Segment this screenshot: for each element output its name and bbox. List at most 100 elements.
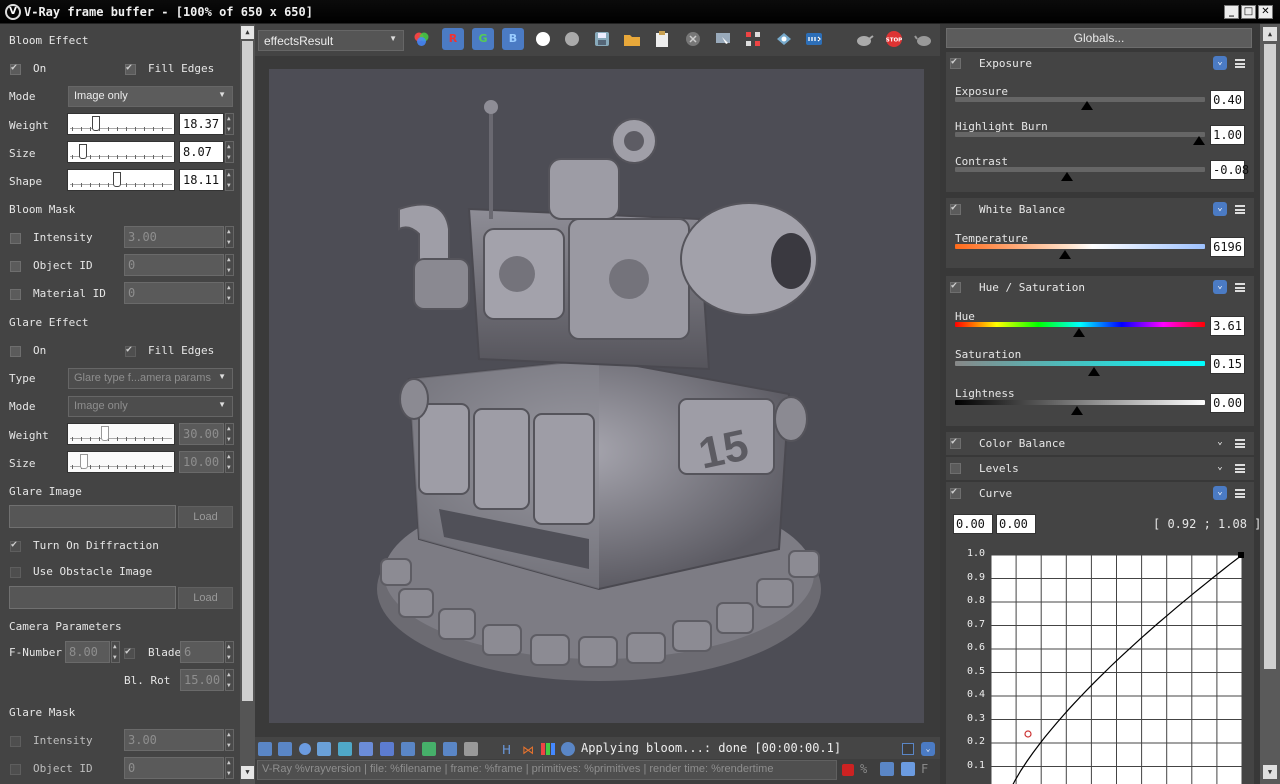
menu-icon[interactable] [1235,464,1245,473]
highlight-burn-input[interactable]: 1.00 [1210,125,1245,145]
follow-mouse-icon[interactable] [713,29,733,49]
contrast-input[interactable]: -0.08 [1210,160,1249,180]
curve-plot[interactable] [988,544,1248,784]
curve-control-point[interactable] [1024,730,1032,738]
glare-intensity-input[interactable]: 3.00 [124,729,224,751]
exposure-enable-checkbox[interactable] [950,56,961,69]
green-channel-button[interactable]: G [472,28,494,50]
glare-image-path-field[interactable] [9,505,176,528]
open-folder-icon[interactable] [622,29,642,49]
region-render-icon[interactable] [743,29,763,49]
blue-channel-button[interactable]: B [502,28,524,50]
bloom-size-spinner[interactable] [225,141,234,163]
hue-track[interactable] [955,322,1205,327]
expand-panel-icon[interactable]: ⌄ [921,742,935,756]
temperature-thumb[interactable] [1058,250,1071,259]
temperature-track[interactable] [955,244,1205,249]
slider-thumb[interactable] [101,426,110,441]
clipboard-icon[interactable] [652,29,672,49]
expand-icon[interactable]: ⌄ [1213,461,1227,475]
saturation-track[interactable] [955,361,1205,366]
lightness-thumb[interactable] [1071,406,1083,415]
bloom-object-id-checkbox[interactable] [10,261,21,272]
save-image-icon[interactable] [592,29,612,49]
blade-checkbox[interactable] [124,646,135,659]
bloom-material-id-checkbox[interactable] [10,289,21,300]
lightness-track[interactable] [955,400,1205,405]
hue-thumb[interactable] [1073,328,1086,337]
stamp-red-icon[interactable] [842,764,854,776]
contrast-track[interactable] [955,167,1205,172]
white-alpha-icon[interactable] [533,29,553,49]
hue-input[interactable]: 3.61 [1210,316,1245,336]
slider-thumb[interactable] [91,116,100,131]
rendered-image[interactable]: 15 [269,69,924,723]
glare-fill-edges-checkbox[interactable] [125,344,136,357]
bloom-shape-input[interactable]: 18.11 [179,169,224,191]
collapse-icon[interactable]: ⌄ [1213,56,1227,70]
menu-icon[interactable] [1235,283,1245,292]
scrollbar-thumb[interactable] [1264,44,1276,669]
highlight-burn-thumb[interactable] [1193,136,1205,145]
bloom-weight-slider[interactable] [67,113,175,135]
glare-size-input[interactable]: 10.00 [179,451,224,473]
glare-type-select[interactable]: Glare type f...amera params ▼ [68,368,233,389]
blade-spinner[interactable] [225,641,234,663]
bloom-size-input[interactable]: 8.07 [179,141,224,163]
glare-size-slider[interactable] [67,451,175,473]
menu-icon[interactable] [1235,489,1245,498]
menu-icon[interactable] [1235,205,1245,214]
slider-thumb[interactable] [80,454,89,469]
bloom-intensity-input[interactable]: 3.00 [124,226,224,248]
saturation-input[interactable]: 0.15 [1210,354,1245,374]
curve-graph[interactable]: 1.0 0.9 0.8 0.7 0.6 0.5 0.4 0.3 0.2 0.1 [952,544,1248,784]
curve-enable-checkbox[interactable] [950,486,961,499]
glare-image-load-button[interactable]: Load [178,506,233,528]
clear-image-icon[interactable] [683,29,703,49]
right-panel-scrollbar[interactable]: ▲ ▼ [1260,24,1280,784]
exposure-thumb[interactable] [1080,101,1093,110]
lightness-input[interactable]: 0.00 [1210,393,1245,413]
highlight-burn-track[interactable] [955,132,1205,137]
bloom-fill-edges-checkbox[interactable] [125,62,136,75]
blade-rotation-spinner[interactable] [225,669,234,691]
collapse-icon[interactable]: ⌄ [1213,202,1227,216]
ipr-render-icon[interactable] [804,29,824,49]
color-balance-enable-checkbox[interactable] [950,436,961,449]
render-last-icon[interactable] [774,29,794,49]
blade-rotation-input[interactable]: 15.00 [180,669,224,691]
collapse-icon[interactable]: ⌄ [1213,280,1227,294]
glare-object-id-input[interactable]: 0 [124,757,224,779]
white-balance-enable-checkbox[interactable] [950,202,961,215]
scroll-up-icon[interactable]: ▲ [1263,27,1277,41]
blade-input[interactable]: 6 [180,641,224,663]
bloom-object-id-input[interactable]: 0 [124,254,224,276]
glare-size-spinner[interactable] [225,451,234,473]
obstacle-image-checkbox[interactable] [10,567,21,578]
exposure-input[interactable]: 0.40 [1210,90,1245,110]
maximize-button[interactable]: □ [1241,5,1256,19]
render-teapot-icon-2[interactable] [914,29,934,49]
glare-on-checkbox[interactable] [10,346,21,357]
bloom-mode-select[interactable]: Image only ▼ [68,86,233,107]
scroll-down-icon[interactable]: ▼ [241,766,254,779]
curve-input-value[interactable]: 0.00 [953,514,993,534]
scroll-up-icon[interactable]: ▲ [241,26,254,39]
panel-toggle-icon[interactable] [902,743,914,755]
stamp-blue-icon-2[interactable] [901,762,915,776]
bloom-on-checkbox[interactable] [10,62,21,75]
font-f-icon[interactable]: F [921,762,928,776]
stamp-blue-icon[interactable] [880,762,894,776]
diffraction-checkbox[interactable] [10,539,21,552]
curve-end-point[interactable] [1238,552,1244,558]
glare-weight-spinner[interactable] [225,423,234,445]
slider-thumb[interactable] [113,172,122,187]
glare-weight-input[interactable]: 30.00 [179,423,224,445]
channel-select[interactable]: effectsResult ▼ [258,30,404,51]
mono-icon[interactable] [562,29,582,49]
bloom-shape-slider[interactable] [67,169,175,191]
glare-mode-select[interactable]: Image only ▼ [68,396,233,417]
bloom-weight-input[interactable]: 18.37 [179,113,224,135]
curve-output-value[interactable]: 0.00 [996,514,1036,534]
menu-icon[interactable] [1235,59,1245,68]
